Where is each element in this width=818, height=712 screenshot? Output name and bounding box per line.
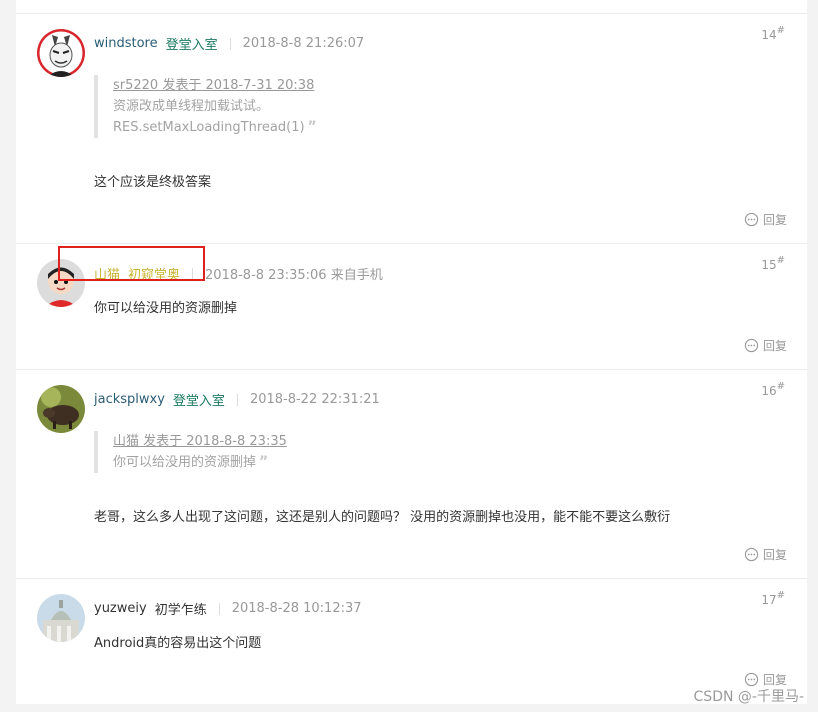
reply-label: 回复 (762, 548, 787, 562)
floor-mark: # (776, 25, 785, 36)
reply-label: 回复 (762, 339, 787, 353)
comment-panel: windstore 登堂入室 2018-8-8 21:26:07 14# sr5… (16, 0, 807, 704)
floor-number-value: 16 (761, 384, 777, 398)
reply-button[interactable]: 回复 (744, 546, 787, 563)
comment-meta: yuzweiy 初学乍练 2018-8-28 10:12:37 (94, 599, 362, 618)
post-time: 2018-8-8 23:35:06 来自手机 (205, 268, 383, 283)
divider (16, 243, 807, 244)
comment-bubble-icon (744, 547, 759, 562)
floor-mark: # (776, 381, 785, 392)
user-level-badge[interactable]: 登堂入室 (173, 390, 225, 409)
avatar[interactable] (37, 594, 85, 642)
avatar[interactable] (37, 29, 85, 77)
floor-mark: # (776, 255, 785, 266)
post-time: 2018-8-22 22:31:21 (249, 392, 380, 407)
comment-content: 这个应该是终极答案 (94, 175, 212, 190)
quote-block: sr5220 发表于 2018-7-31 20:38 资源改成单线程加载试试。 … (94, 75, 317, 138)
username-link[interactable]: yuzweiy (94, 601, 147, 616)
quote-line: 资源改成单线程加载试试。 (113, 99, 270, 114)
user-level-badge[interactable]: 初学乍练 (155, 599, 207, 618)
quote-header-link[interactable]: 山猫 发表于 2018-8-8 23:35 (113, 431, 287, 452)
floor-mark: # (776, 590, 785, 601)
avatar[interactable] (37, 385, 85, 433)
floor-number[interactable]: 15# (761, 255, 785, 272)
close-quote-icon: ” (259, 454, 268, 470)
username-link[interactable]: jacksplwxy (94, 392, 165, 407)
comment-bubble-icon (744, 672, 759, 687)
floor-number-value: 17 (761, 593, 777, 607)
comment-content: 你可以给没用的资源删掉 (94, 301, 238, 316)
divider (16, 13, 807, 14)
divider (16, 578, 807, 579)
quote-header-link[interactable]: sr5220 发表于 2018-7-31 20:38 (113, 75, 316, 96)
user-level-badge[interactable]: 登堂入室 (166, 34, 218, 53)
reply-button[interactable]: 回复 (744, 211, 787, 228)
floor-number-value: 14 (761, 28, 777, 42)
csdn-watermark: CSDN @-千里马- (693, 689, 804, 705)
divider (16, 369, 807, 370)
reply-button[interactable]: 回复 (744, 337, 787, 354)
quote-line: 你可以给没用的资源删掉 (113, 455, 257, 470)
floor-number[interactable]: 14# (761, 25, 785, 42)
comment-bubble-icon (744, 212, 759, 227)
close-quote-icon: ” (307, 119, 317, 135)
quote-block: 山猫 发表于 2018-8-8 23:35 你可以给没用的资源删掉” (94, 431, 287, 473)
meta-divider (229, 37, 231, 50)
comment-content: 老哥，这么多人出现了这问题，这还是别人的问题吗？ 没用的资源删掉也没用，能不能不… (94, 510, 671, 525)
reply-label: 回复 (762, 213, 787, 227)
floor-number[interactable]: 16# (761, 381, 785, 398)
comment-meta: windstore 登堂入室 2018-8-8 21:26:07 (94, 34, 364, 53)
floor-number-value: 15 (761, 258, 777, 272)
meta-divider (236, 393, 238, 406)
comment-bubble-icon (744, 338, 759, 353)
highlight-annotation-box (58, 246, 205, 281)
quote-line: RES.setMaxLoadingThread(1) (113, 120, 305, 135)
post-time: 2018-8-8 21:26:07 (242, 36, 365, 51)
username-link[interactable]: windstore (94, 36, 158, 51)
meta-divider (218, 602, 220, 615)
post-time: 2018-8-28 10:12:37 (231, 601, 362, 616)
comment-content: Android真的容易出这个问题 (94, 636, 262, 651)
floor-number[interactable]: 17# (761, 590, 785, 607)
comment-meta: jacksplwxy 登堂入室 2018-8-22 22:31:21 (94, 390, 380, 409)
